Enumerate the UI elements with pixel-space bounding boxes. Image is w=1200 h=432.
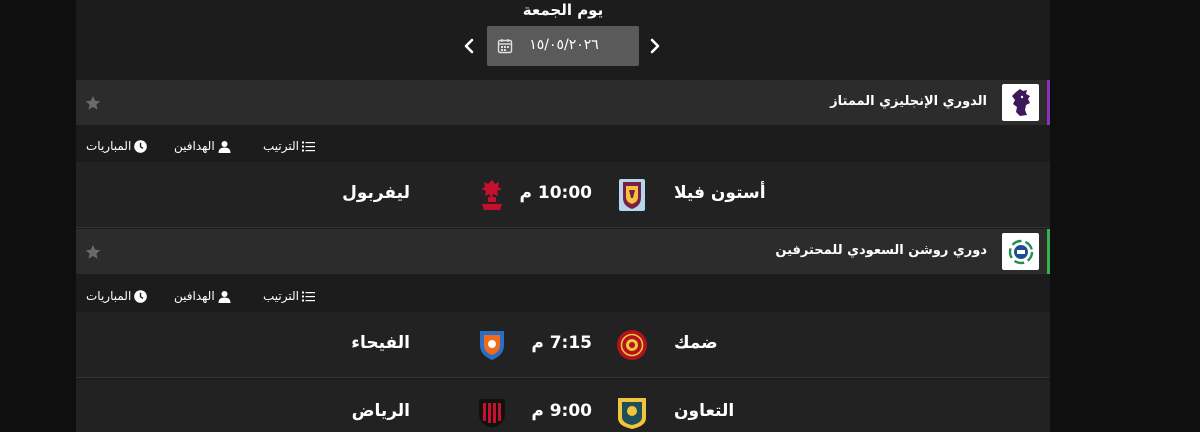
match-row[interactable]: أستون فيلا 10:00 م ليفربول (76, 162, 1050, 228)
al-fayha-crest (480, 331, 504, 360)
tab-label: الهدافين (174, 289, 215, 303)
clock-icon (134, 289, 148, 303)
al-riyadh-crest (479, 399, 505, 428)
match-time: 9:00 م (531, 401, 592, 421)
calendar-icon (497, 39, 513, 54)
clock-icon (134, 139, 148, 153)
tab-label: المباريات (86, 289, 132, 303)
liverpool-crest (481, 180, 502, 210)
lion-icon (1011, 88, 1030, 116)
aston-villa-crest (619, 179, 645, 211)
star-icon[interactable] (85, 244, 101, 260)
damac-crest (617, 330, 647, 360)
away-team: ليفربول (342, 183, 410, 203)
premier-league-logo (1002, 84, 1039, 121)
tab-label: الترتيب (263, 139, 299, 153)
home-team: أستون فيلا (674, 183, 766, 203)
day-title: يوم الجمعة (522, 1, 604, 19)
user-icon (218, 140, 231, 153)
rsl-logo-icon (1008, 239, 1033, 264)
league-tabs: الترتيب الهدافين المباريات (76, 276, 1050, 312)
league-header-roshn-saudi-league[interactable]: دوري روشن السعودي للمحترفين (76, 229, 1050, 274)
tab-label: المباريات (86, 139, 132, 153)
away-team: الرياض (351, 401, 410, 421)
tab-label: الترتيب (263, 289, 299, 303)
matches-panel: يوم الجمعة ١٥/٠٥/٢٠٢٦ الدوري الإنجليزي ا… (76, 0, 1050, 432)
league-header-premier-league[interactable]: الدوري الإنجليزي الممتاز (76, 80, 1050, 125)
date-picker[interactable]: ١٥/٠٥/٢٠٢٦ (487, 26, 639, 66)
list-icon (301, 291, 315, 301)
chevron-left-icon[interactable] (463, 36, 475, 56)
league-name: دوري روشن السعودي للمحترفين (775, 243, 987, 258)
league-tabs: الترتيب الهدافين المباريات (76, 126, 1050, 162)
tab-scorers[interactable]: الهدافين (174, 289, 231, 303)
home-team: ضمك (674, 333, 718, 353)
star-icon[interactable] (85, 95, 101, 111)
chevron-right-icon[interactable] (649, 36, 661, 56)
away-team: الفيحاء (351, 333, 410, 353)
tab-standings[interactable]: الترتيب (263, 289, 315, 303)
tab-scorers[interactable]: الهدافين (174, 139, 231, 153)
league-name: الدوري الإنجليزي الممتاز (830, 94, 987, 109)
home-team: التعاون (674, 401, 735, 421)
tab-matches[interactable]: المباريات (86, 139, 148, 153)
match-time: 7:15 م (531, 333, 592, 353)
match-row[interactable]: ضمك 7:15 م الفيحاء (76, 312, 1050, 378)
user-icon (218, 290, 231, 303)
list-icon (301, 141, 315, 151)
tab-standings[interactable]: الترتيب (263, 139, 315, 153)
date-value: ١٥/٠٥/٢٠٢٦ (529, 37, 599, 53)
roshn-league-logo (1002, 233, 1039, 270)
match-time: 10:00 م (519, 183, 592, 203)
match-row[interactable]: التعاون 9:00 م الرياض (76, 380, 1050, 432)
tab-matches[interactable]: المباريات (86, 289, 148, 303)
al-taawoun-crest (618, 398, 646, 429)
tab-label: الهدافين (174, 139, 215, 153)
